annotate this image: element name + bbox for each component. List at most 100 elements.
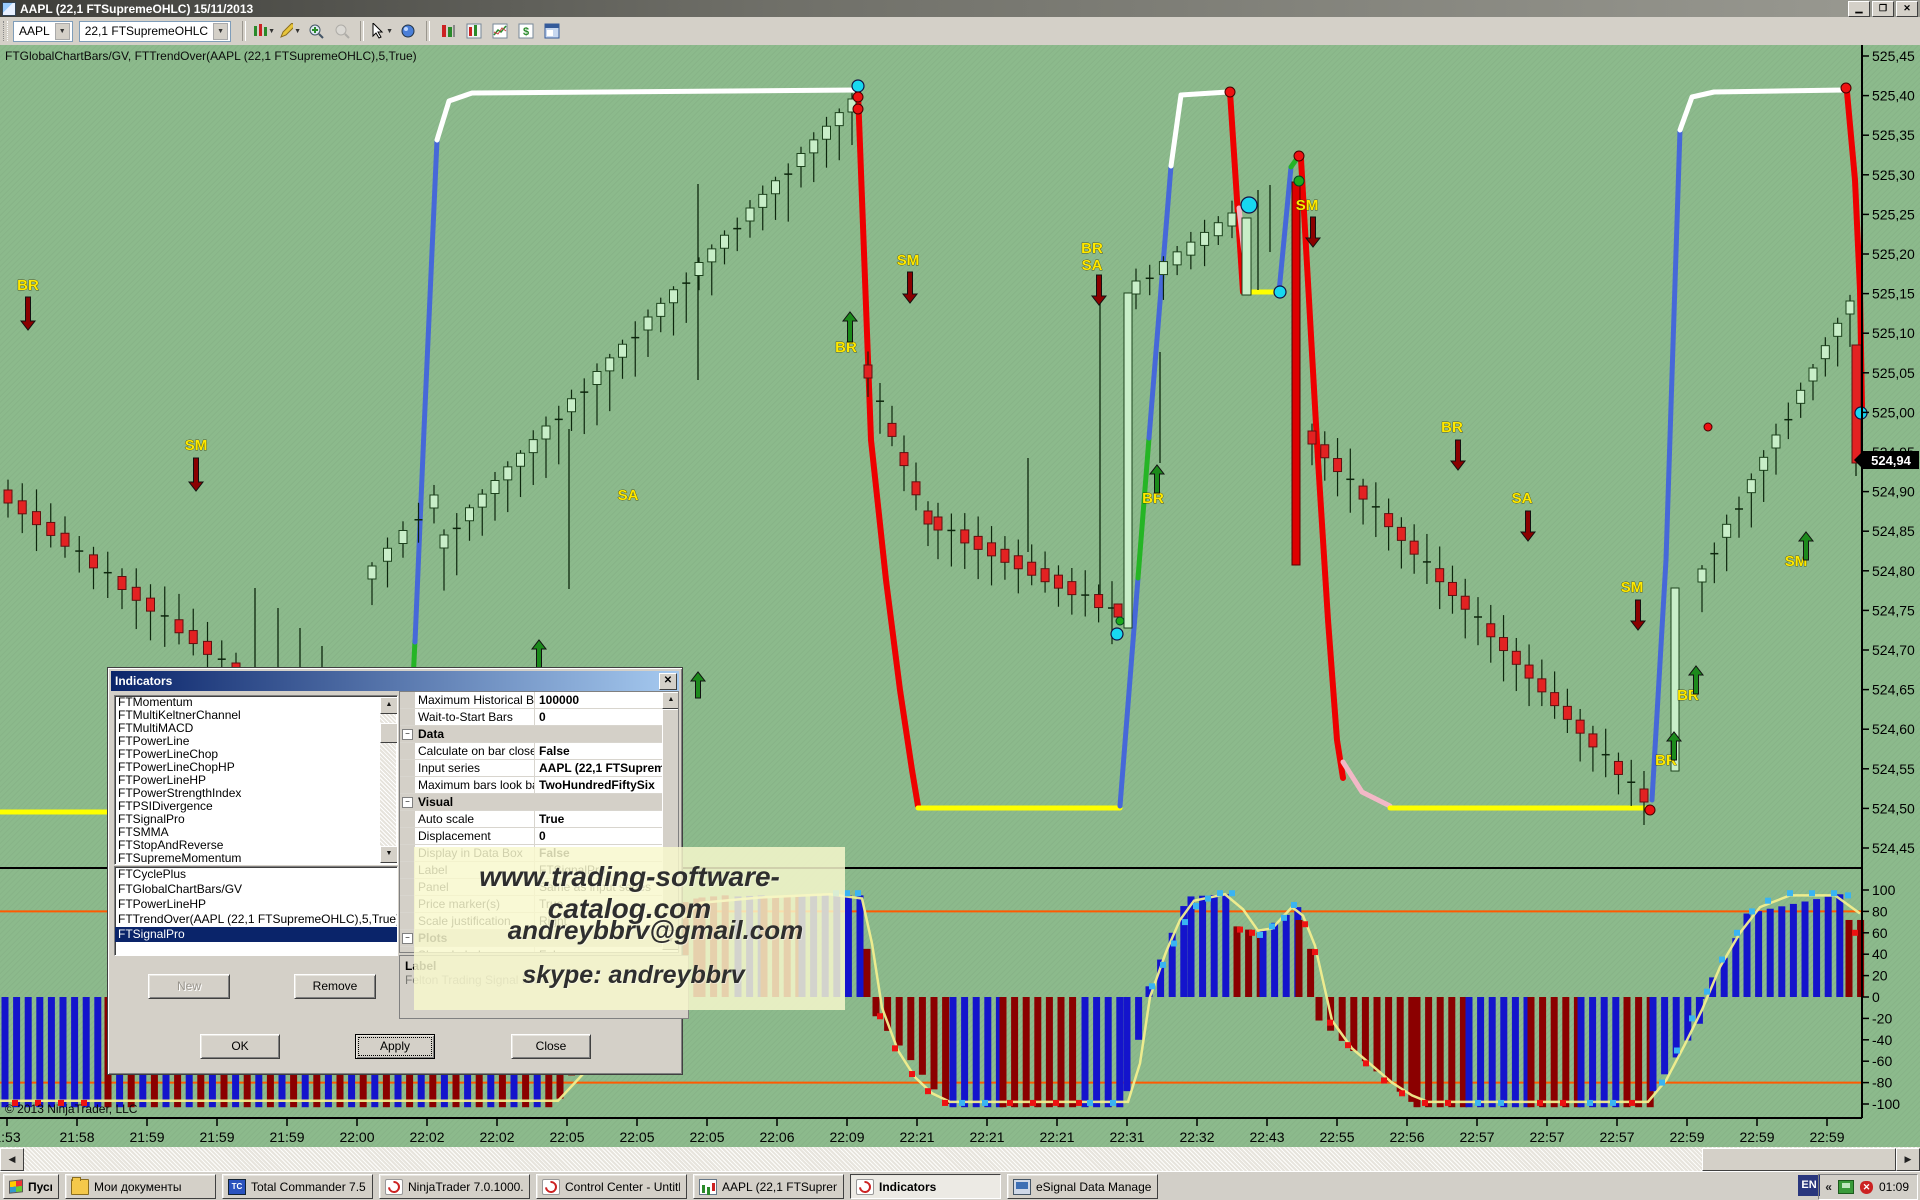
property-row[interactable]: PanelSame as input series [400, 879, 678, 896]
property-row[interactable]: Display in Data BoxFalse [400, 845, 678, 862]
property-row[interactable]: Wait-to-Start Bars0 [400, 709, 678, 726]
taskbar-button[interactable]: Мои документы [65, 1174, 216, 1199]
list-item[interactable]: FTPowerLineHP [115, 897, 397, 912]
ok-button[interactable]: OK [200, 1034, 280, 1059]
chart-trader-icon [440, 23, 456, 39]
taskbar-button[interactable]: NinjaTrader 7.0.1000.14... [379, 1174, 530, 1199]
list-item[interactable]: FTTrendOver(AAPL (22,1 FTSupremeOHLC),5,… [115, 912, 397, 927]
remove-button[interactable]: Remove [294, 974, 376, 999]
data-box-button[interactable] [397, 20, 419, 42]
svg-text:22:05: 22:05 [619, 1129, 654, 1145]
properties-scrollbar[interactable]: ▲ ▼ [662, 692, 678, 950]
chevron-down-icon: ▼ [55, 23, 70, 40]
scroll-thumb[interactable] [1702, 1148, 1896, 1171]
close-icon[interactable]: ✕ [659, 673, 677, 690]
taskbar-button-label: NinjaTrader 7.0.1000.14... [408, 1180, 523, 1194]
taskbar: Пуск Мои документы TCTotal Commander 7.50… [0, 1171, 1920, 1200]
language-indicator[interactable]: EN [1798, 1175, 1820, 1196]
property-category[interactable]: −Data [400, 726, 678, 743]
chart-button[interactable] [489, 20, 511, 42]
chart-type-button[interactable]: ▼ [253, 20, 275, 42]
svg-text:-80: -80 [1872, 1075, 1892, 1091]
property-row[interactable]: Price marker(s)True [400, 896, 678, 913]
maximize-button[interactable]: ❐ [1872, 1, 1894, 17]
chart-trader-button[interactable] [437, 20, 459, 42]
scroll-down-icon[interactable]: ▼ [662, 933, 679, 950]
svg-text:BR: BR [17, 277, 39, 294]
svg-text:SM: SM [1621, 579, 1644, 596]
start-button[interactable]: Пуск [3, 1174, 59, 1199]
list-item[interactable]: FTSupremeMomentum [115, 852, 397, 865]
property-category[interactable]: −Plots [400, 930, 678, 947]
collapse-icon[interactable]: − [402, 729, 413, 740]
svg-text:524,94: 524,94 [1871, 453, 1912, 468]
list-item[interactable]: FTCyclePlus [115, 867, 397, 882]
taskbar-button-label: Мои документы [94, 1180, 181, 1194]
tray-chevron-icon[interactable]: « [1825, 1180, 1832, 1194]
svg-text:524,90: 524,90 [1872, 484, 1915, 500]
toolbar-grip[interactable] [3, 21, 8, 41]
property-row[interactable]: Scale justificationRight [400, 913, 678, 930]
dialog-titlebar[interactable]: Indicators ✕ [111, 671, 679, 691]
cursor-button[interactable]: ▼ [371, 20, 393, 42]
market-analyzer-button[interactable] [463, 20, 485, 42]
zoom-in-button[interactable] [305, 20, 327, 42]
available-indicators-list[interactable]: FTMomentumFTMultiKeltnerChannelFTMultiMA… [114, 695, 398, 865]
property-row[interactable]: Maximum bars look backTwoHundredFiftySix [400, 777, 678, 794]
close-button[interactable]: Close [511, 1034, 591, 1059]
close-button[interactable]: ✕ [1896, 1, 1918, 17]
svg-text:22:56: 22:56 [1389, 1129, 1424, 1145]
property-row[interactable]: Displacement0 [400, 828, 678, 845]
news-icon [544, 23, 560, 39]
instrument-combo[interactable]: AAPL ▼ [13, 21, 73, 42]
property-category[interactable]: −Visual [400, 794, 678, 811]
taskbar-button[interactable]: Indicators [850, 1174, 1001, 1199]
svg-text:524,65: 524,65 [1872, 682, 1915, 698]
property-row[interactable]: Calculate on bar closeFalse [400, 743, 678, 760]
zoom-out-icon [334, 23, 351, 40]
drawing-tools-button[interactable]: ▼ [279, 20, 301, 42]
network-icon[interactable] [1838, 1180, 1854, 1194]
taskbar-button[interactable]: TCTotal Commander 7.50 p... [222, 1174, 373, 1199]
property-row[interactable]: Show LabelFalse [400, 947, 678, 953]
chart-h-scrollbar[interactable]: ◀ ▶ [0, 1147, 1920, 1171]
svg-text:525,30: 525,30 [1872, 167, 1915, 183]
scroll-left-icon[interactable]: ◀ [0, 1148, 24, 1171]
list-item[interactable]: FTGlobalChartBars/GV [115, 882, 397, 897]
copyright-label: © 2013 NinjaTrader, LLC [5, 1102, 137, 1116]
security-shield-icon[interactable]: ✕ [1860, 1181, 1873, 1194]
taskbar-button[interactable]: Control Center - Untitled1 [536, 1174, 687, 1199]
scroll-down-icon[interactable]: ▼ [380, 846, 398, 863]
scroll-up-icon[interactable]: ▲ [662, 692, 679, 709]
collapse-icon[interactable]: − [402, 933, 413, 944]
apply-button[interactable]: Apply [355, 1034, 435, 1059]
taskbar-button[interactable]: eSignal Data Manager [1007, 1174, 1158, 1199]
taskbar-button[interactable]: AAPL (22,1 FTSupremeO... [693, 1174, 844, 1199]
minimize-button[interactable]: ▁ [1848, 1, 1870, 17]
collapse-icon[interactable]: − [402, 797, 413, 808]
property-row[interactable]: Auto scaleTrue [400, 811, 678, 828]
scroll-thumb[interactable] [662, 709, 679, 931]
svg-text:BR: BR [1081, 240, 1103, 257]
folder-icon [71, 1179, 89, 1195]
interval-combo[interactable]: 22,1 FTSupremeOHLC ▼ [79, 21, 231, 42]
configured-indicators-list[interactable]: FTCyclePlusFTGlobalChartBars/GVFTPowerLi… [114, 866, 398, 956]
scroll-thumb[interactable] [380, 723, 398, 743]
svg-text:21:58: 21:58 [59, 1129, 94, 1145]
property-row[interactable]: Maximum Historical Bars100000 [400, 692, 678, 709]
list-scrollbar[interactable]: ▲ ▼ [380, 697, 396, 863]
tc-icon: TC [228, 1179, 246, 1195]
scroll-right-icon[interactable]: ▶ [1896, 1148, 1920, 1171]
svg-text:524,85: 524,85 [1872, 523, 1915, 539]
account-button[interactable]: $ [515, 20, 537, 42]
property-row[interactable]: Input seriesAAPL (22,1 FTSupreme [400, 760, 678, 777]
window-titlebar: AAPL (22,1 FTSupremeOHLC) 15/11/2013 ▁ ❐… [0, 0, 1920, 17]
indicators-dialog[interactable]: Indicators ✕ FTMomentumFTMultiKeltnerCha… [107, 667, 683, 1075]
property-row[interactable]: LabelFTSignalPro [400, 862, 678, 879]
indicator-properties-grid[interactable]: Maximum Historical Bars100000Wait-to-Sta… [399, 691, 679, 953]
svg-text:22:00: 22:00 [339, 1129, 374, 1145]
start-label: Пуск [28, 1180, 52, 1194]
list-item[interactable]: FTSignalPro [115, 927, 397, 942]
scroll-up-icon[interactable]: ▲ [380, 697, 398, 714]
news-button[interactable] [541, 20, 563, 42]
